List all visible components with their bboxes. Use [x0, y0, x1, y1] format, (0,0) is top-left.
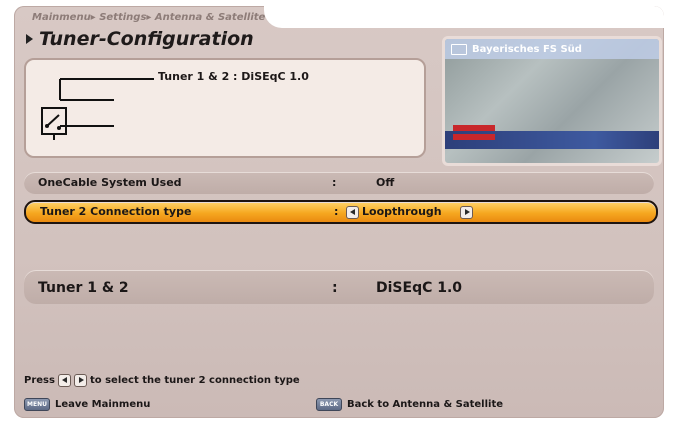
arrow-left-icon [57, 374, 71, 387]
footer-back-label: Back to Antenna & Satellite [347, 399, 504, 410]
preview-channel-name: Bayerisches FS Süd [472, 43, 582, 55]
menu-key-icon: MENU [24, 398, 50, 411]
switch-lever [46, 114, 60, 127]
setting-colon: : [332, 176, 337, 189]
header-notch [264, 6, 664, 28]
setting-row-tuner2-connection[interactable]: Tuner 2 Connection type : Loopthrough [24, 200, 658, 224]
hint-suffix: to select the tuner 2 connection type [89, 375, 300, 386]
setting-label: Tuner 2 Connection type [40, 205, 192, 218]
setting-row-tuner-1-2[interactable]: Tuner 1 & 2 : DiSEqC 1.0 [24, 270, 654, 304]
help-hint: Press to select the tuner 2 connection t… [24, 374, 300, 387]
setting-value: Loopthrough [362, 205, 442, 218]
setting-label: OneCable System Used [38, 176, 182, 189]
preview-channel-bar: Bayerisches FS Süd [445, 39, 659, 59]
hint-prefix: Press [24, 375, 55, 386]
preview-news-graphic-2 [453, 134, 495, 140]
arrow-left-icon[interactable] [346, 206, 359, 219]
tv-preview: Bayerisches FS Süd [442, 36, 662, 166]
osd-screen: Mainmenu▸ Settings▸ Antenna & Satellite … [14, 6, 664, 418]
setting-value: DiSEqC 1.0 [376, 280, 463, 296]
setting-label: Tuner 1 & 2 [38, 280, 129, 296]
switch-contact [57, 126, 61, 130]
back-key-icon: BACK [316, 398, 342, 411]
setting-colon: : [334, 205, 339, 218]
arrow-right-icon[interactable] [460, 206, 473, 219]
title-arrow-icon [26, 34, 33, 44]
title-row: Tuner-Configuration [26, 28, 254, 50]
footer-leave-mainmenu[interactable]: MENU Leave Mainmenu [24, 398, 150, 411]
arrow-right-icon [73, 374, 87, 387]
footer-leave-label: Leave Mainmenu [55, 399, 151, 410]
tv-icon [451, 43, 467, 55]
switch-box [41, 107, 67, 135]
setting-row-onecable[interactable]: OneCable System Used : Off [24, 172, 654, 194]
tuner-diagram-panel: Tuner 1 & 2 : DiSEqC 1.0 [24, 58, 426, 158]
breadcrumb: Mainmenu▸ Settings▸ Antenna & Satellite [32, 12, 266, 23]
switch-pivot [45, 124, 49, 128]
setting-value: Off [376, 176, 395, 189]
diagram-label: Tuner 1 & 2 : DiSEqC 1.0 [158, 70, 309, 83]
page-title: Tuner-Configuration [39, 28, 254, 50]
footer-back-antenna[interactable]: BACK Back to Antenna & Satellite [316, 398, 503, 411]
setting-colon: : [332, 280, 338, 296]
